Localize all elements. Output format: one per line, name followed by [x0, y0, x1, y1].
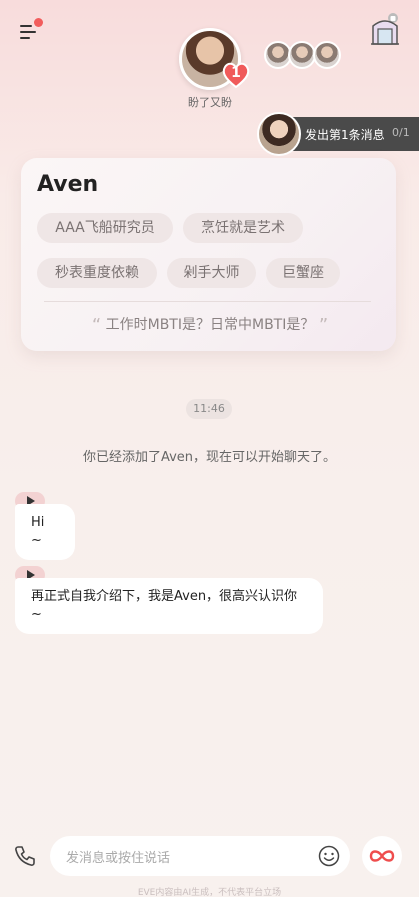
heart-badge: 1	[222, 62, 250, 89]
notification-dot	[34, 18, 43, 27]
profile-quote: “ 工作时MBTI是？日常中MBTI是？ ”	[60, 314, 360, 336]
quote-open-icon: “	[91, 315, 102, 336]
profile-tag: 剁手大师	[167, 258, 256, 288]
profile-name: Aven	[37, 172, 99, 197]
menu-icon-line	[20, 37, 30, 39]
system-message: 你已经添加了Aven，现在可以开始聊天了。	[82, 450, 337, 465]
gate-button[interactable]	[369, 12, 401, 46]
gate-icon	[371, 13, 399, 45]
task-avatar	[257, 112, 301, 156]
message-bubble[interactable]: Hi ~	[15, 504, 75, 560]
avatar[interactable]	[313, 41, 341, 69]
menu-icon-line	[20, 31, 36, 33]
timestamp: 11:46	[186, 399, 232, 419]
emoji-button[interactable]	[318, 845, 340, 867]
profile-tag: 烹饪就是艺术	[183, 213, 303, 243]
menu-button[interactable]	[18, 18, 44, 44]
task-count: 0/1	[392, 126, 410, 139]
message-input[interactable]: 发消息或按住说话	[50, 836, 350, 876]
avatar[interactable]	[288, 41, 316, 69]
task-label: 发出第1条消息	[305, 128, 385, 142]
heart-count: 1	[231, 65, 241, 81]
message-bubble[interactable]: 再正式自我介绍下，我是Aven，很高兴认识你 ~	[15, 578, 323, 634]
quote-close-icon: ”	[318, 315, 329, 336]
message-input-placeholder: 发消息或按住说话	[66, 850, 171, 866]
infinity-icon	[369, 850, 395, 862]
card-divider	[44, 301, 371, 302]
profile-tag: 巨蟹座	[266, 258, 340, 288]
relationship-status: 盼了又盼	[188, 96, 232, 109]
more-actions-button[interactable]	[362, 836, 402, 876]
emoji-icon	[318, 845, 340, 867]
quote-text: 工作时MBTI是？日常中MBTI是？	[105, 317, 315, 333]
profile-tag: AAA飞船研究员	[37, 213, 173, 243]
profile-tag: 秒表重度依赖	[37, 258, 157, 288]
ai-disclaimer: EVE内容由AI生成，不代表平台立场	[137, 888, 282, 897]
phone-icon	[15, 846, 35, 866]
menu-icon	[20, 25, 32, 27]
call-button[interactable]	[13, 844, 37, 868]
